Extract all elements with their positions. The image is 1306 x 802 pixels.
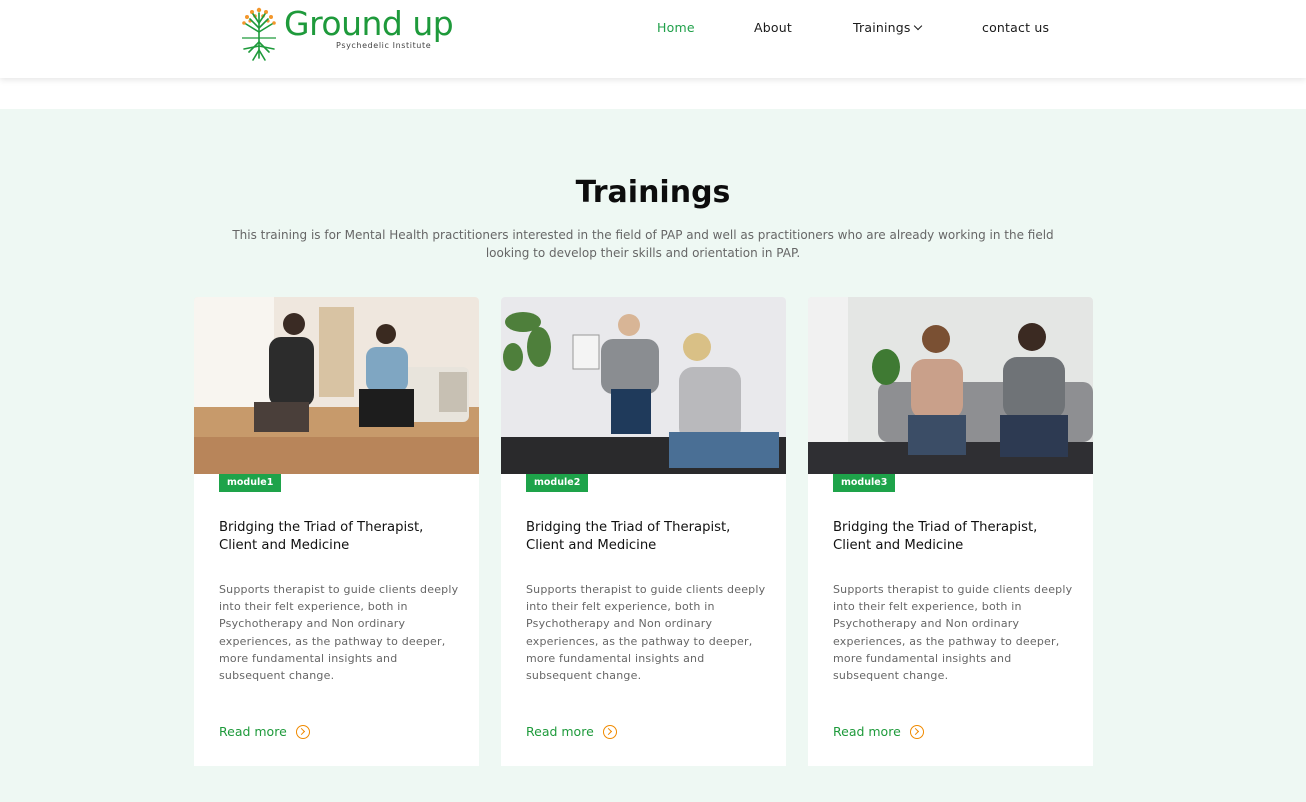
chevron-right-circle-icon — [295, 724, 310, 739]
card-image-therapist-with-clipboard — [501, 297, 786, 474]
chevron-right-circle-icon — [909, 724, 924, 739]
training-card-module2: module2 Bridging the Triad of Therapist,… — [501, 297, 786, 766]
card-image-couple-session — [808, 297, 1093, 474]
read-more-link[interactable]: Read more — [833, 724, 924, 739]
section-description: This training is for Mental Health pract… — [232, 228, 1054, 260]
card-title: Bridging the Triad of Therapist, Client … — [526, 520, 731, 553]
card-image-therapy-session — [194, 297, 479, 474]
read-more-link[interactable]: Read more — [219, 724, 310, 739]
training-card-module3: module3 Bridging the Triad of Therapist,… — [808, 297, 1093, 766]
read-more-link[interactable]: Read more — [526, 724, 617, 739]
section-title: Trainings — [575, 175, 731, 210]
card-title: Bridging the Triad of Therapist, Client … — [219, 520, 424, 553]
card-description: Supports therapist to guide clients deep… — [526, 583, 766, 683]
module-badge: module3 — [833, 474, 896, 492]
site-header: Ground up Psychedelic Institute Home Abo… — [0, 0, 1306, 78]
nav-item-trainings[interactable]: Trainings — [853, 20, 922, 35]
card-description: Supports therapist to guide clients deep… — [219, 583, 459, 683]
nav-item-contact[interactable]: contact us — [982, 20, 1049, 35]
read-more-label: Read more — [219, 724, 287, 739]
main-nav: Home About Trainings contact us — [0, 20, 1306, 36]
training-card-module1: module1 Bridging the Triad of Therapist,… — [194, 297, 479, 766]
nav-item-about[interactable]: About — [754, 20, 792, 35]
module-badge: module2 — [526, 474, 589, 492]
read-more-label: Read more — [526, 724, 594, 739]
module-badge: module1 — [219, 474, 282, 492]
card-title: Bridging the Triad of Therapist, Client … — [833, 520, 1038, 553]
nav-item-trainings-label: Trainings — [853, 20, 911, 35]
read-more-label: Read more — [833, 724, 901, 739]
card-description: Supports therapist to guide clients deep… — [833, 583, 1073, 683]
trainings-section: Trainings This training is for Mental He… — [0, 109, 1306, 802]
nav-item-home[interactable]: Home — [657, 20, 695, 35]
chevron-right-circle-icon — [602, 724, 617, 739]
chevron-down-icon — [913, 21, 922, 31]
